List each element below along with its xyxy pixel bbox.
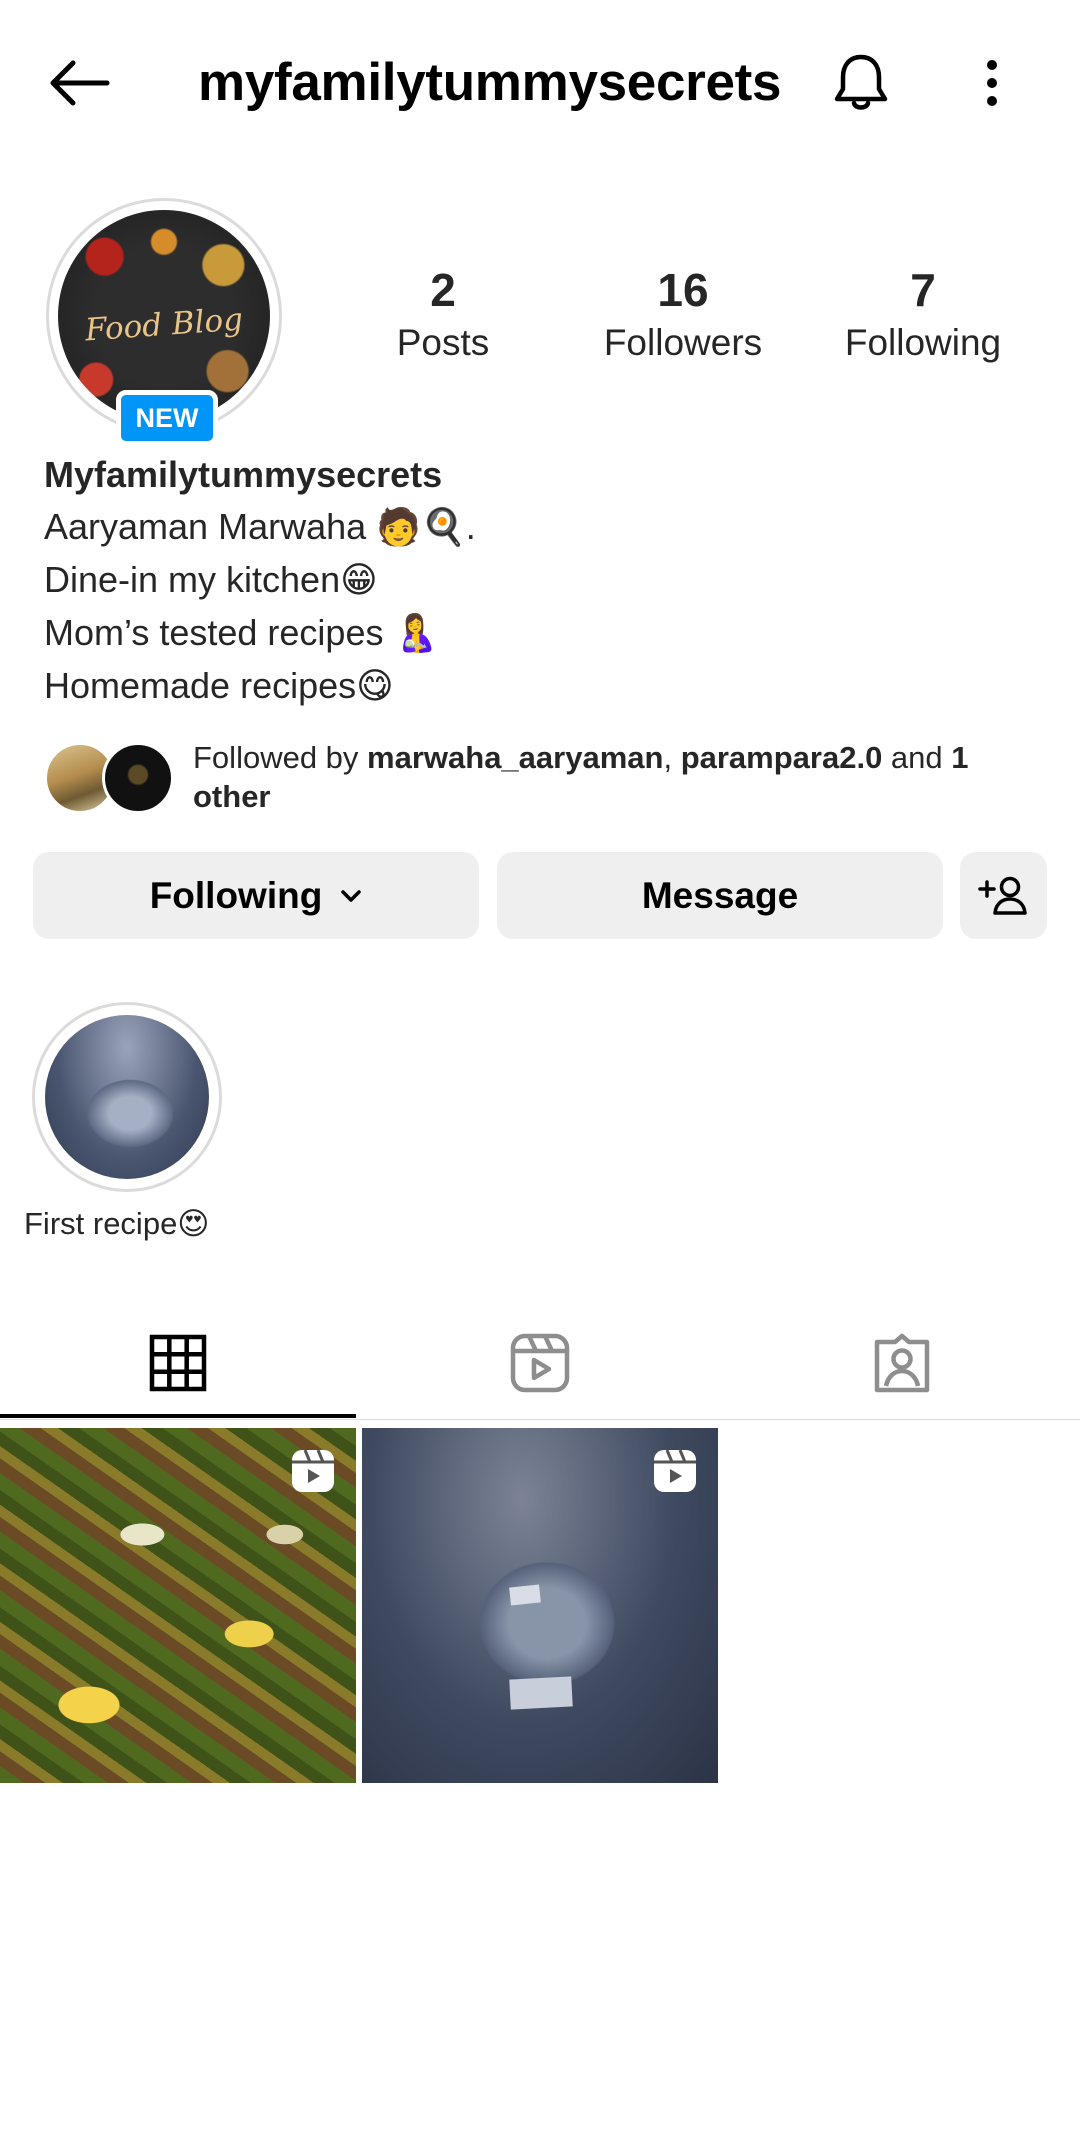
following-stat[interactable]: 7 Following	[830, 262, 1016, 368]
more-vertical-icon	[987, 60, 997, 106]
mutual-followers-text: Followed by marwaha_aaryaman, parampara2…	[193, 738, 1053, 816]
chevron-down-icon	[340, 889, 362, 903]
grid-icon	[149, 1334, 207, 1392]
highlight-cover	[45, 1015, 209, 1179]
bio-line: Aaryaman Marwaha 🧑🍳.	[44, 506, 476, 547]
reel-badge-icon	[292, 1449, 334, 1492]
profile-username-title: myfamilytummysecrets	[198, 53, 782, 112]
suggest-users-button[interactable]	[960, 852, 1047, 939]
posts-count: 2	[430, 264, 456, 316]
bio-line: Dine-in my kitchen😁	[44, 559, 378, 600]
following-count: 7	[910, 264, 936, 316]
highlight-label: First recipe😍	[24, 1206, 210, 1241]
mutual-username: parampara2.0	[680, 740, 883, 775]
mutual-avatar	[102, 742, 174, 814]
following-button[interactable]: Following	[33, 852, 479, 939]
new-story-badge[interactable]: NEW	[116, 390, 218, 446]
profile-bio: Myfamilytummysecrets Aaryaman Marwaha 🧑🍳…	[44, 450, 1044, 712]
followers-stat[interactable]: 16 Followers	[588, 262, 778, 368]
bio-line: Homemade recipes😋	[44, 665, 394, 706]
reels-icon	[510, 1333, 570, 1393]
avatar-text: Food Blog	[83, 301, 245, 349]
bio-line: Mom’s tested recipes 🤱	[44, 612, 439, 653]
profile-tabs	[0, 1306, 1080, 1420]
notifications-button[interactable]	[826, 48, 896, 118]
back-arrow-icon	[50, 60, 110, 106]
add-user-icon	[977, 876, 1027, 915]
more-options-button[interactable]	[962, 48, 1022, 118]
posts-label: Posts	[396, 322, 490, 363]
reel-badge-icon	[654, 1449, 696, 1492]
posts-stat[interactable]: 2 Posts	[370, 262, 516, 368]
following-button-label: Following	[149, 874, 323, 916]
active-tab-indicator	[0, 1414, 356, 1418]
bowl-sticker	[509, 1584, 541, 1606]
tagged-icon	[874, 1333, 930, 1393]
separator: ,	[663, 740, 681, 775]
tab-tagged[interactable]	[724, 1306, 1080, 1420]
top-bar: myfamilytummysecrets	[0, 0, 1080, 165]
followed-by-prefix: Followed by	[193, 740, 368, 775]
followers-label: Followers	[603, 322, 763, 363]
tab-reels[interactable]	[362, 1306, 718, 1420]
post-thumbnail[interactable]	[362, 1428, 718, 1783]
bio-display-name: Myfamilytummysecrets	[44, 454, 443, 495]
bowl-sticker	[509, 1676, 573, 1710]
message-button-label: Message	[641, 874, 799, 916]
mutual-username: marwaha_aaryaman	[367, 740, 664, 775]
mutual-followers[interactable]: Followed by marwaha_aaryaman, parampara2…	[44, 738, 1044, 828]
highlight-ring	[32, 1002, 222, 1192]
tab-posts-grid[interactable]	[0, 1306, 356, 1420]
message-button[interactable]: Message	[497, 852, 943, 939]
following-label: Following	[844, 322, 1002, 363]
back-button[interactable]	[38, 50, 118, 116]
and-text: and	[882, 740, 952, 775]
post-thumbnail[interactable]	[0, 1428, 356, 1783]
bell-icon	[834, 54, 888, 110]
followers-count: 16	[657, 264, 709, 316]
